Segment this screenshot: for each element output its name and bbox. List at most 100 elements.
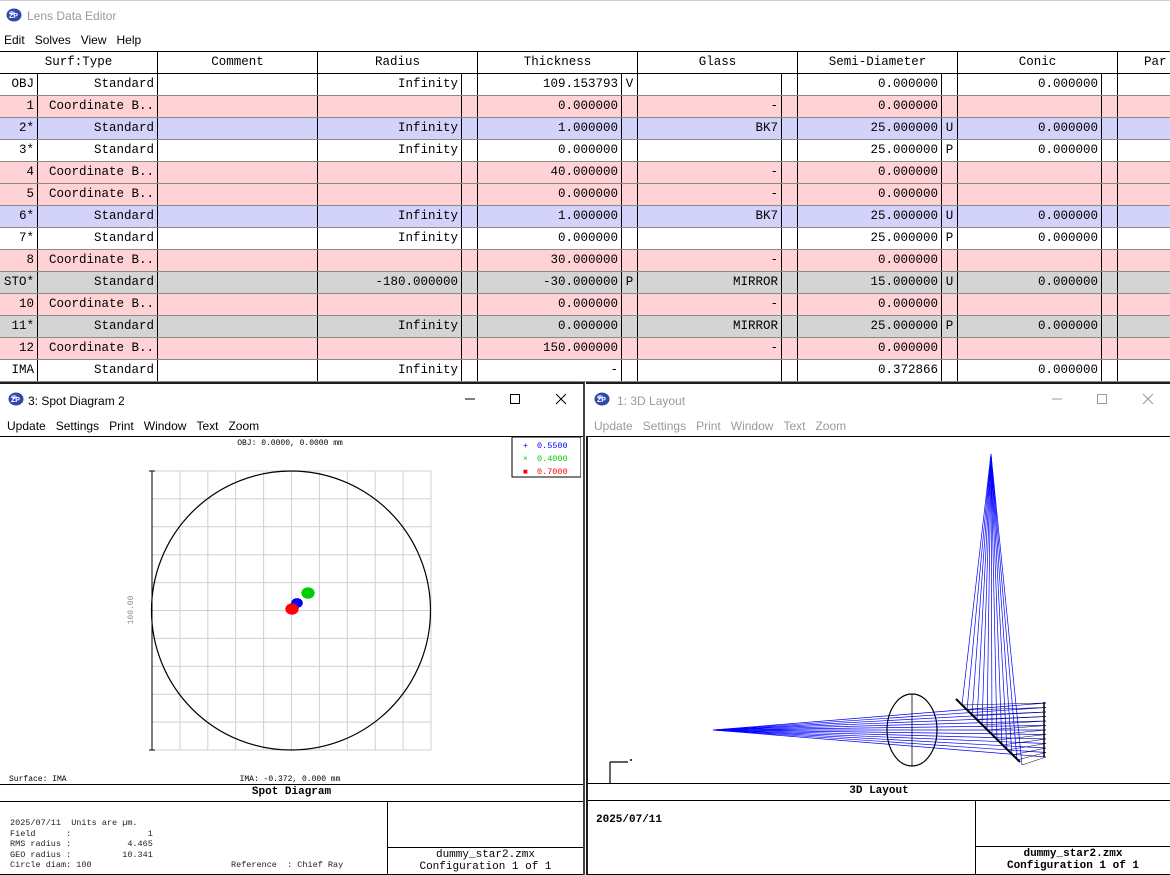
- cell-comment[interactable]: [158, 360, 318, 381]
- cell-par[interactable]: [1118, 206, 1170, 227]
- cell-glass-solve[interactable]: [782, 162, 798, 183]
- cell-conic-solve[interactable]: [1102, 74, 1118, 95]
- cell-type[interactable]: Coordinate B..: [38, 250, 158, 271]
- cell-type[interactable]: Standard: [38, 140, 158, 161]
- cell-thickness-solve[interactable]: [622, 250, 638, 271]
- cell-conic-solve[interactable]: [1102, 338, 1118, 359]
- cell-glass[interactable]: MIRROR: [638, 316, 782, 337]
- cell-thickness-solve[interactable]: [622, 206, 638, 227]
- table-row[interactable]: 5 Coordinate B.. 0.000000-0.000000: [0, 184, 1170, 206]
- cell-surf[interactable]: 6*: [0, 206, 38, 227]
- cell-type[interactable]: Coordinate B..: [38, 294, 158, 315]
- minimize-button[interactable]: [460, 390, 480, 410]
- cell-glass-solve[interactable]: [782, 184, 798, 205]
- cell-comment[interactable]: [158, 250, 318, 271]
- cell-par[interactable]: [1118, 118, 1170, 139]
- cell-semi-solve[interactable]: [942, 250, 958, 271]
- cell-semi-solve[interactable]: [942, 184, 958, 205]
- table-row[interactable]: 7* Standard Infinity 0.000000 25.000000 P 0.00…: [0, 228, 1170, 250]
- cell-comment[interactable]: [158, 74, 318, 95]
- cell-surf[interactable]: 5: [0, 184, 38, 205]
- minimize-button[interactable]: [1047, 390, 1067, 410]
- cell-type[interactable]: Standard: [38, 118, 158, 139]
- cell-radius-solve[interactable]: [462, 360, 478, 381]
- cell-conic-solve[interactable]: [1102, 184, 1118, 205]
- cell-thickness[interactable]: 0.000000: [478, 184, 622, 205]
- cell-glass-solve[interactable]: [782, 360, 798, 381]
- cell-semi-solve[interactable]: P: [942, 316, 958, 337]
- cell-thickness-solve[interactable]: [622, 228, 638, 249]
- cell-semi-solve[interactable]: [942, 96, 958, 117]
- cell-conic[interactable]: 0.000000: [958, 228, 1102, 249]
- cell-type[interactable]: Standard: [38, 206, 158, 227]
- cell-radius-solve[interactable]: [462, 250, 478, 271]
- cell-glass-solve[interactable]: [782, 272, 798, 293]
- cell-surf[interactable]: 10: [0, 294, 38, 315]
- cell-thickness-solve[interactable]: P: [622, 272, 638, 293]
- cell-glass[interactable]: -: [638, 338, 782, 359]
- cell-thickness[interactable]: 0.000000: [478, 96, 622, 117]
- cell-conic-solve[interactable]: [1102, 228, 1118, 249]
- cell-thickness-solve[interactable]: [622, 96, 638, 117]
- cell-radius[interactable]: [318, 250, 462, 271]
- cell-radius-solve[interactable]: [462, 162, 478, 183]
- cell-semi-diameter[interactable]: 0.000000: [798, 184, 942, 205]
- cell-radius-solve[interactable]: [462, 316, 478, 337]
- cell-glass[interactable]: -: [638, 96, 782, 117]
- cell-thickness[interactable]: 1.000000: [478, 118, 622, 139]
- cell-semi-solve[interactable]: U: [942, 206, 958, 227]
- cell-semi-diameter[interactable]: 25.000000: [798, 228, 942, 249]
- cell-comment[interactable]: [158, 228, 318, 249]
- header-semi-diameter[interactable]: Semi-Diameter: [798, 52, 958, 73]
- close-button[interactable]: [551, 390, 571, 410]
- cell-type[interactable]: Standard: [38, 316, 158, 337]
- cell-conic[interactable]: [958, 338, 1102, 359]
- cell-conic-solve[interactable]: [1102, 294, 1118, 315]
- spot-menu-settings[interactable]: Settings: [51, 416, 104, 436]
- cell-radius[interactable]: [318, 162, 462, 183]
- cell-radius-solve[interactable]: [462, 294, 478, 315]
- menu-solves[interactable]: Solves: [30, 30, 76, 51]
- cell-comment[interactable]: [158, 140, 318, 161]
- layout-menu-settings[interactable]: Settings: [638, 416, 691, 436]
- table-row[interactable]: 8 Coordinate B.. 30.000000-0.000000: [0, 250, 1170, 272]
- cell-glass-solve[interactable]: [782, 316, 798, 337]
- cell-type[interactable]: Coordinate B..: [38, 162, 158, 183]
- cell-conic[interactable]: 0.000000: [958, 316, 1102, 337]
- cell-conic[interactable]: 0.000000: [958, 74, 1102, 95]
- cell-comment[interactable]: [158, 338, 318, 359]
- cell-conic[interactable]: 0.000000: [958, 206, 1102, 227]
- table-row[interactable]: 4 Coordinate B.. 40.000000-0.000000: [0, 162, 1170, 184]
- cell-surf[interactable]: 11*: [0, 316, 38, 337]
- cell-semi-diameter[interactable]: 0.372866: [798, 360, 942, 381]
- cell-thickness[interactable]: 1.000000: [478, 206, 622, 227]
- cell-thickness-solve[interactable]: [622, 140, 638, 161]
- cell-conic-solve[interactable]: [1102, 360, 1118, 381]
- cell-glass[interactable]: BK7: [638, 206, 782, 227]
- cell-radius-solve[interactable]: [462, 272, 478, 293]
- spot-menu-update[interactable]: Update: [0, 416, 51, 436]
- spot-menu-print[interactable]: Print: [104, 416, 139, 436]
- cell-conic-solve[interactable]: [1102, 140, 1118, 161]
- cell-radius-solve[interactable]: [462, 206, 478, 227]
- table-row[interactable]: 12 Coordinate B.. 150.000000-0.000000: [0, 338, 1170, 360]
- cell-glass-solve[interactable]: [782, 74, 798, 95]
- cell-comment[interactable]: [158, 96, 318, 117]
- cell-thickness-solve[interactable]: [622, 118, 638, 139]
- cell-surf[interactable]: STO*: [0, 272, 38, 293]
- cell-thickness[interactable]: 0.000000: [478, 316, 622, 337]
- cell-type[interactable]: Coordinate B..: [38, 96, 158, 117]
- cell-semi-diameter[interactable]: 0.000000: [798, 250, 942, 271]
- cell-radius-solve[interactable]: [462, 228, 478, 249]
- cell-glass[interactable]: [638, 228, 782, 249]
- cell-thickness-solve[interactable]: [622, 294, 638, 315]
- layout-menu-text[interactable]: Text: [778, 416, 810, 436]
- table-row[interactable]: OBJ Standard Infinity 109.153793 V 0.000000 0.…: [0, 74, 1170, 96]
- cell-thickness-solve[interactable]: [622, 338, 638, 359]
- cell-type[interactable]: Standard: [38, 228, 158, 249]
- cell-surf[interactable]: 3*: [0, 140, 38, 161]
- table-row[interactable]: 6* Standard Infinity 1.000000 BK7 25.000000 U 0…: [0, 206, 1170, 228]
- cell-surf[interactable]: OBJ: [0, 74, 38, 95]
- cell-radius-solve[interactable]: [462, 118, 478, 139]
- cell-radius-solve[interactable]: [462, 184, 478, 205]
